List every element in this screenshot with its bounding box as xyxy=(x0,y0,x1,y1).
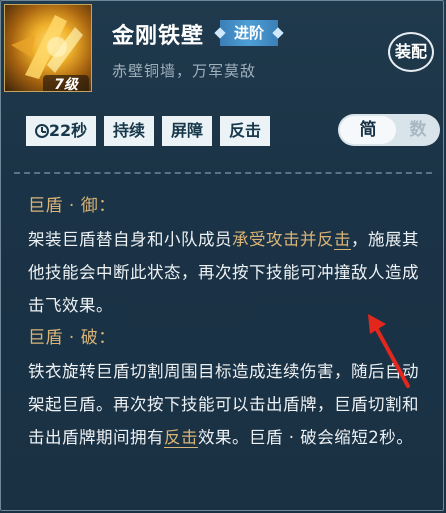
cooldown-value: 22秒 xyxy=(48,121,88,140)
skill-header: 7级 金刚铁壁 进阶 赤壁铜墙，万军莫敌 装配 xyxy=(0,0,446,100)
skill-level-badge: 7级 xyxy=(43,75,89,91)
section-text-defend: 架装巨盾替自身和小队成员承受攻击并反击，施展其他技能会中断此状态，再次按下技能可… xyxy=(28,230,419,315)
highlight-text: 承受攻击并反 xyxy=(232,230,334,249)
golden-shield-skill-icon: 7级 xyxy=(4,4,92,92)
equip-button[interactable]: 装配 xyxy=(388,32,434,72)
view-mode-toggle[interactable]: 简 数 xyxy=(338,114,440,146)
section-title-defend: 巨盾 · 御： xyxy=(28,196,116,216)
counter-keyword-link[interactable]: 反击 xyxy=(164,428,198,447)
skill-name: 金刚铁壁 xyxy=(112,24,205,49)
toggle-number[interactable]: 数 xyxy=(398,116,438,144)
cooldown-tag: 22秒 xyxy=(26,116,96,146)
red-arrow-annotation xyxy=(368,314,410,388)
tag-barrier: 屏障 xyxy=(162,116,212,146)
tag-counter: 反击 xyxy=(220,116,270,146)
skill-subtitle: 赤壁铜墙，万军莫敌 xyxy=(112,62,257,80)
tag-duration: 持续 xyxy=(104,116,154,146)
clock-icon xyxy=(34,124,49,138)
highlight-link[interactable]: 击 xyxy=(334,230,351,249)
advance-tag[interactable]: 进阶 xyxy=(220,20,279,46)
toggle-simple[interactable]: 简 xyxy=(340,116,396,144)
divider xyxy=(14,172,432,174)
